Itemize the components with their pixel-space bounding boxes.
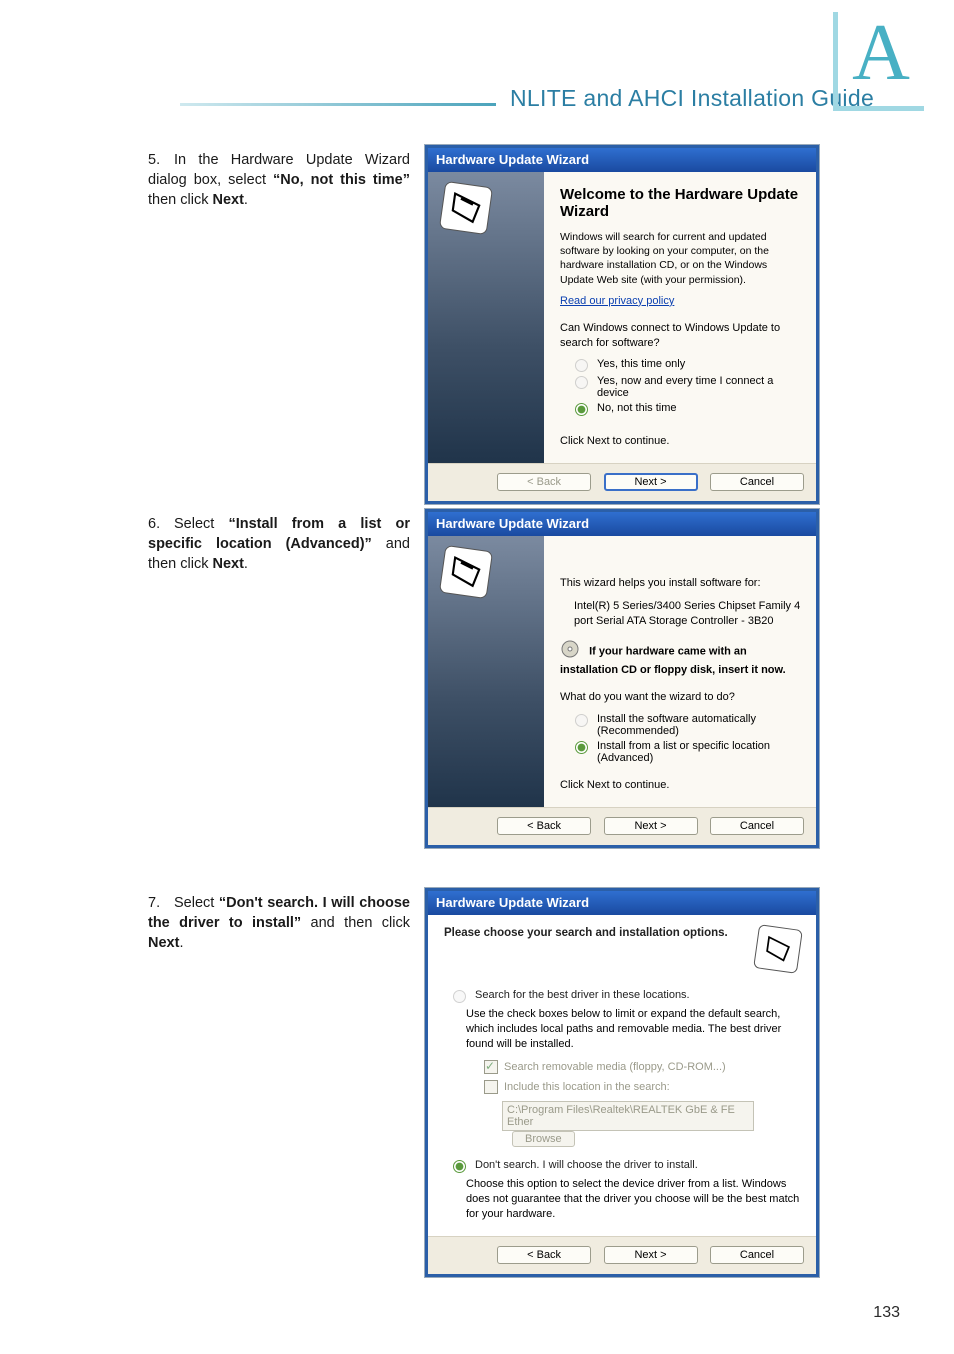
opt1-desc: Use the check boxes below to limit or ex… (466, 1007, 800, 1052)
wizard-continue: Click Next to continue. (560, 434, 802, 449)
checkbox-include-location: Include this location in the search: (484, 1080, 800, 1095)
wizard-main: Please choose your search and installati… (428, 915, 816, 1230)
wizard-main: Welcome to the Hardware Update Wizard Wi… (544, 172, 816, 463)
radio-auto[interactable]: Install the software automatically (Reco… (570, 713, 802, 737)
next-button[interactable]: Next > (604, 817, 698, 835)
device-icon (439, 545, 493, 599)
wizard-step6: Hardware Update Wizard This wizard helps… (425, 509, 819, 848)
device-icon (753, 924, 803, 974)
radio-yes-once[interactable]: Yes, this time only (570, 358, 802, 372)
wizard-heading: Welcome to the Hardware Update Wizard (560, 186, 802, 220)
step-7-text: 7.Select “Don't search. I will choose th… (148, 893, 410, 953)
back-button[interactable]: < Back (497, 817, 591, 835)
wizard-step5: Hardware Update Wizard Welcome to the Ha… (425, 145, 819, 504)
path-input: C:\Program Files\Realtek\REALTEK GbE & F… (502, 1101, 754, 1131)
wizard-titlebar: Hardware Update Wizard (428, 512, 816, 536)
wizard-intro: This wizard helps you install software f… (560, 576, 802, 591)
wizard-tip: If your hardware came with an installati… (560, 645, 786, 677)
privacy-link[interactable]: Read our privacy policy (560, 295, 674, 307)
wizard-device: Intel(R) 5 Series/3400 Series Chipset Fa… (574, 599, 802, 629)
header-rule (180, 103, 496, 106)
wizard-titlebar: Hardware Update Wizard (428, 148, 816, 172)
cd-icon (560, 639, 580, 664)
next-button[interactable]: Next > (604, 473, 698, 491)
checkbox-removable-media: Search removable media (floppy, CD-ROM..… (484, 1060, 800, 1075)
step-6-text: 6.Select “Install from a list or specifi… (148, 514, 410, 574)
page-number: 133 (873, 1304, 900, 1322)
wizard-continue: Click Next to continue. (560, 778, 802, 793)
wizard-step7: Hardware Update Wizard Please choose you… (425, 888, 819, 1277)
radio-dont-search[interactable]: Don't search. I will choose the driver t… (448, 1159, 800, 1173)
checkbox-icon (484, 1060, 498, 1074)
opt2-desc: Choose this option to select the device … (466, 1177, 800, 1222)
wizard-buttonbar: < Back Next > Cancel (428, 807, 816, 845)
wizard-sidebar-art (428, 172, 544, 463)
wizard-question: What do you want the wizard to do? (560, 690, 802, 705)
path-row: C:\Program Files\Realtek\REALTEK GbE & F… (502, 1101, 800, 1147)
cancel-button[interactable]: Cancel (710, 1246, 804, 1264)
appendix-glyph-box: A (833, 12, 924, 111)
next-button[interactable]: Next > (604, 1246, 698, 1264)
device-icon (439, 181, 493, 235)
cancel-button[interactable]: Cancel (710, 473, 804, 491)
wizard-main: This wizard helps you install software f… (544, 536, 816, 807)
wizard-buttonbar: < Back Next > Cancel (428, 1236, 816, 1274)
step-5-text: 5.In the Hardware Update Wizard dialog b… (148, 150, 410, 210)
wizard-sidebar-art (428, 536, 544, 807)
radio-search-locations[interactable]: Search for the best driver in these loca… (448, 989, 800, 1003)
back-button: < Back (497, 473, 591, 491)
wizard-buttonbar: < Back Next > Cancel (428, 463, 816, 501)
cancel-button[interactable]: Cancel (710, 817, 804, 835)
appendix-glyph: A (852, 13, 910, 93)
browse-button: Browse (512, 1131, 575, 1147)
checkbox-icon (484, 1080, 498, 1094)
page-title: NLITE and AHCI Installation Guide (510, 85, 874, 112)
radio-no[interactable]: No, not this time (570, 402, 802, 416)
wizard-titlebar: Hardware Update Wizard (428, 891, 816, 915)
wizard-question: Can Windows connect to Windows Update to… (560, 321, 802, 351)
back-button[interactable]: < Back (497, 1246, 591, 1264)
radio-yes-always[interactable]: Yes, now and every time I connect a devi… (570, 375, 802, 399)
radio-list-location[interactable]: Install from a list or specific location… (570, 740, 802, 764)
wizard-heading: Please choose your search and installati… (444, 927, 728, 939)
page: NLITE and AHCI Installation Guide A 5.In… (0, 0, 954, 1354)
wizard-intro: Windows will search for current and upda… (560, 230, 802, 287)
